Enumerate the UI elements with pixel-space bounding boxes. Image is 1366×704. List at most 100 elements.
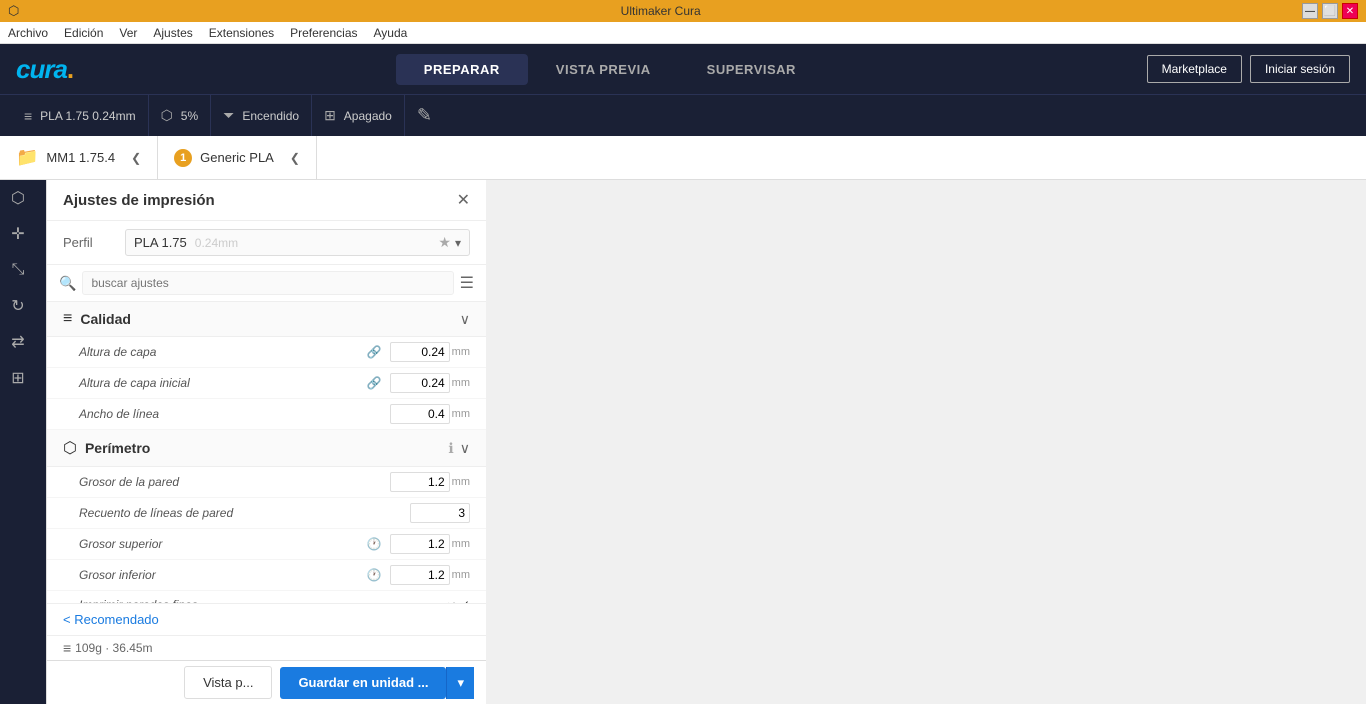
unit-altura-capa: mm [452,346,470,358]
unit-altura-inicial: mm [452,377,470,389]
tool-move[interactable]: ✛ [0,216,36,252]
marketplace-button[interactable]: Marketplace [1147,55,1242,83]
unit-grosor-inf: mm [452,569,470,581]
save-button[interactable]: Guardar en unidad ... [280,667,446,699]
link-icon-altura-capa[interactable]: 🔗 [367,345,382,359]
menu-ver[interactable]: Ver [119,26,137,40]
menu-archivo[interactable]: Archivo [8,26,48,40]
unit-grosor-sup: mm [452,538,470,550]
tab-vista-previa[interactable]: VISTA PREVIA [528,54,679,85]
menu-ajustes[interactable]: Ajustes [153,26,192,40]
menu-ayuda[interactable]: Ayuda [374,26,408,40]
recommend-bar: < Recomendado [47,603,486,635]
input-grosor-superior[interactable] [390,534,450,554]
input-recuento[interactable] [410,503,470,523]
menubar: Archivo Edición Ver Ajustes Extensiones … [0,22,1366,44]
setting-grosor-inferior: Grosor inferior 🕐 mm [47,560,486,591]
profile-text[interactable]: PLA 1.75 0.24mm [40,109,135,123]
support-text[interactable]: Encendido [242,109,299,123]
setting-name-grosor-sup: Grosor superior [79,537,367,551]
toolbar-adhesion: ⊞ Apagado [312,95,405,136]
main-row: ⬡ ✛ ⤡ ↻ ⇄ ⊞ X mm Y mm [0,180,486,704]
adhesion-text[interactable]: Apagado [344,109,392,123]
tool-scale[interactable]: ⤡ [0,252,36,288]
toolbar-support: ⏷ Encendido [211,95,312,136]
setting-ancho-linea: Ancho de línea mm [47,399,486,430]
nav-right: Marketplace Iniciar sesión [1147,55,1350,83]
navbar: cura. PREPARAR VISTA PREVIA SUPERVISAR M… [0,44,1366,94]
settings-title: Ajustes de impresión [63,192,215,209]
toolbar-infill: ⬡ 5% [149,95,212,136]
printer-selector[interactable]: 📁 MM1 1.75.4 ❮ [0,136,158,179]
close-button[interactable]: ✕ [1342,3,1358,19]
calidad-title: Calidad [80,311,459,327]
profile-select-dropdown[interactable]: PLA 1.75 0.24mm ★ ▾ [125,229,470,256]
profile-actions: ★ ▾ [438,234,461,251]
signin-button[interactable]: Iniciar sesión [1250,55,1350,83]
infill-icon: ⬡ [161,107,173,124]
setting-grosor-pared: Grosor de la pared mm [47,467,486,498]
support-icon: ⏷ [223,107,234,124]
profile-hint-text: 0.24mm [195,236,238,250]
input-altura-capa-inicial[interactable] [390,373,450,393]
profile-icon: ≡ [24,108,32,124]
menu-extensiones[interactable]: Extensiones [209,26,274,40]
setting-altura-capa-inicial: Altura de capa inicial 🔗 mm [47,368,486,399]
setting-name-ancho-linea: Ancho de línea [79,407,390,421]
printer-name: MM1 1.75.4 [46,150,115,165]
chevron-down-icon[interactable]: ▾ [455,236,461,250]
settings-search-input[interactable] [82,271,453,295]
window-controls: — ⬜ ✕ [1302,3,1358,19]
settings-list: ≡ Calidad ∨ Altura de capa 🔗 mm Altura d… [47,302,486,603]
vista-previa-button[interactable]: Vista p... [184,666,272,699]
setting-name-altura-capa: Altura de capa [79,345,367,359]
setting-name-recuento: Recuento de líneas de pared [79,506,410,520]
input-grosor-pared[interactable] [390,472,450,492]
section-perimetro[interactable]: ⬡ Perímetro ℹ ∨ [47,430,486,467]
app-logo: cura. [16,53,73,85]
setting-recuento-lineas: Recuento de líneas de pared [47,498,486,529]
setting-name-altura-capa-inicial: Altura de capa inicial [79,376,367,390]
input-grosor-inferior[interactable] [390,565,450,585]
bottom-action-bar: Vista p... Guardar en unidad ... ▾ [47,660,486,704]
toolbar-profile: ≡ PLA 1.75 0.24mm [12,95,149,136]
tool-mirror[interactable]: ⇄ [0,324,36,360]
input-altura-capa[interactable] [390,342,450,362]
link-icon-grosor-sup[interactable]: 🕐 [367,537,382,551]
print-settings-panel: Ajustes de impresión ✕ Perfil PLA 1.75 0… [46,180,486,704]
link-icon-altura-inicial[interactable]: 🔗 [367,376,382,390]
search-row: 🔍 ☰ [47,265,486,302]
minimize-button[interactable]: — [1302,3,1318,19]
tool-rotate[interactable]: ↻ [0,288,36,324]
section-calidad[interactable]: ≡ Calidad ∨ [47,302,486,337]
maximize-button[interactable]: ⬜ [1322,3,1338,19]
input-ancho-linea[interactable] [390,404,450,424]
recommend-link[interactable]: < Recomendado [63,612,470,627]
titlebar: ⬡ Ultimaker Cura — ⬜ ✕ [0,0,1366,22]
filament-selector[interactable]: 1 Generic PLA ❮ [158,136,317,179]
save-dropdown-button[interactable]: ▾ [446,667,474,699]
profile-name-text: PLA 1.75 [134,235,187,250]
nav-tabs: PREPARAR VISTA PREVIA SUPERVISAR [396,54,824,85]
weight-preview: ≡ 109g · 36.45m [47,635,486,660]
settings-menu-icon[interactable]: ☰ [460,273,474,293]
printer-chevron-icon: ❮ [131,151,141,165]
tool-support[interactable]: ⊞ [0,360,36,396]
menu-edicion[interactable]: Edición [64,26,103,40]
infill-text[interactable]: 5% [181,109,198,123]
setting-paredes-finas: Imprimir paredes finas ↩ ✓ [47,591,486,603]
link-icon-grosor-inf[interactable]: 🕐 [367,568,382,582]
weight-icon: ≡ [63,640,71,656]
setting-altura-capa: Altura de capa 🔗 mm [47,337,486,368]
perimetro-chevron-icon: ∨ [460,440,470,457]
settings-close-button[interactable]: ✕ [457,190,470,210]
weight-text: 109g · 36.45m [75,641,152,655]
perimetro-info-icon[interactable]: ℹ [448,440,453,457]
tool-select[interactable]: ⬡ [0,180,36,216]
edit-icon[interactable]: ✎ [417,105,432,126]
star-icon[interactable]: ★ [438,234,451,251]
tab-supervisar[interactable]: SUPERVISAR [679,54,824,85]
menu-preferencias[interactable]: Preferencias [290,26,357,40]
tab-preparar[interactable]: PREPARAR [396,54,528,85]
setting-name-grosor-pared: Grosor de la pared [79,475,390,489]
